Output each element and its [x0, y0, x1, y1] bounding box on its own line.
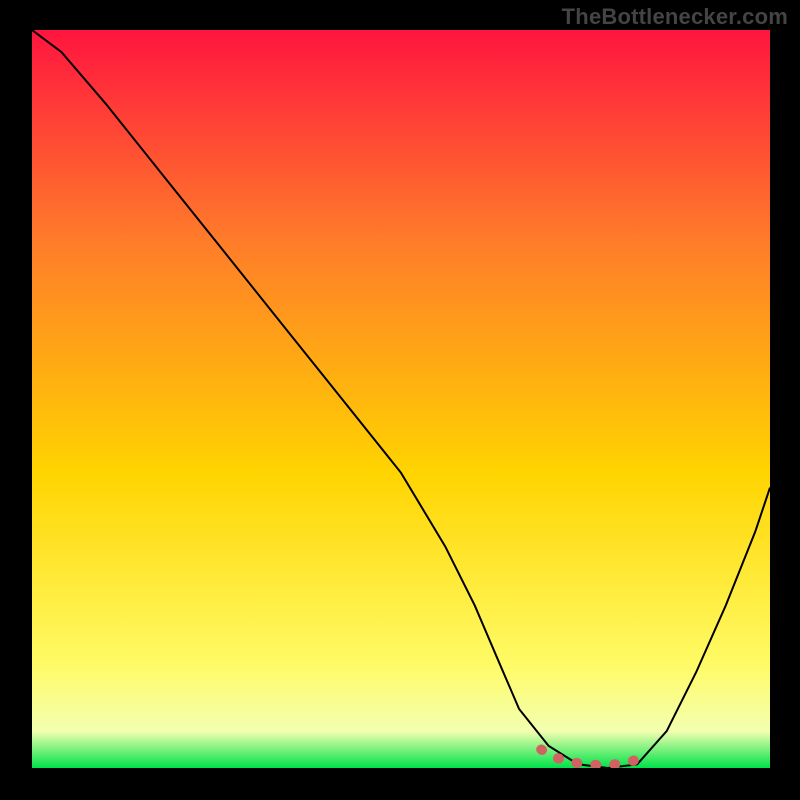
- heat-background: [32, 30, 770, 768]
- plot-area: [32, 30, 770, 768]
- chart-container: TheBottlenecker.com: [0, 0, 800, 800]
- watermark-text: TheBottlenecker.com: [562, 4, 788, 30]
